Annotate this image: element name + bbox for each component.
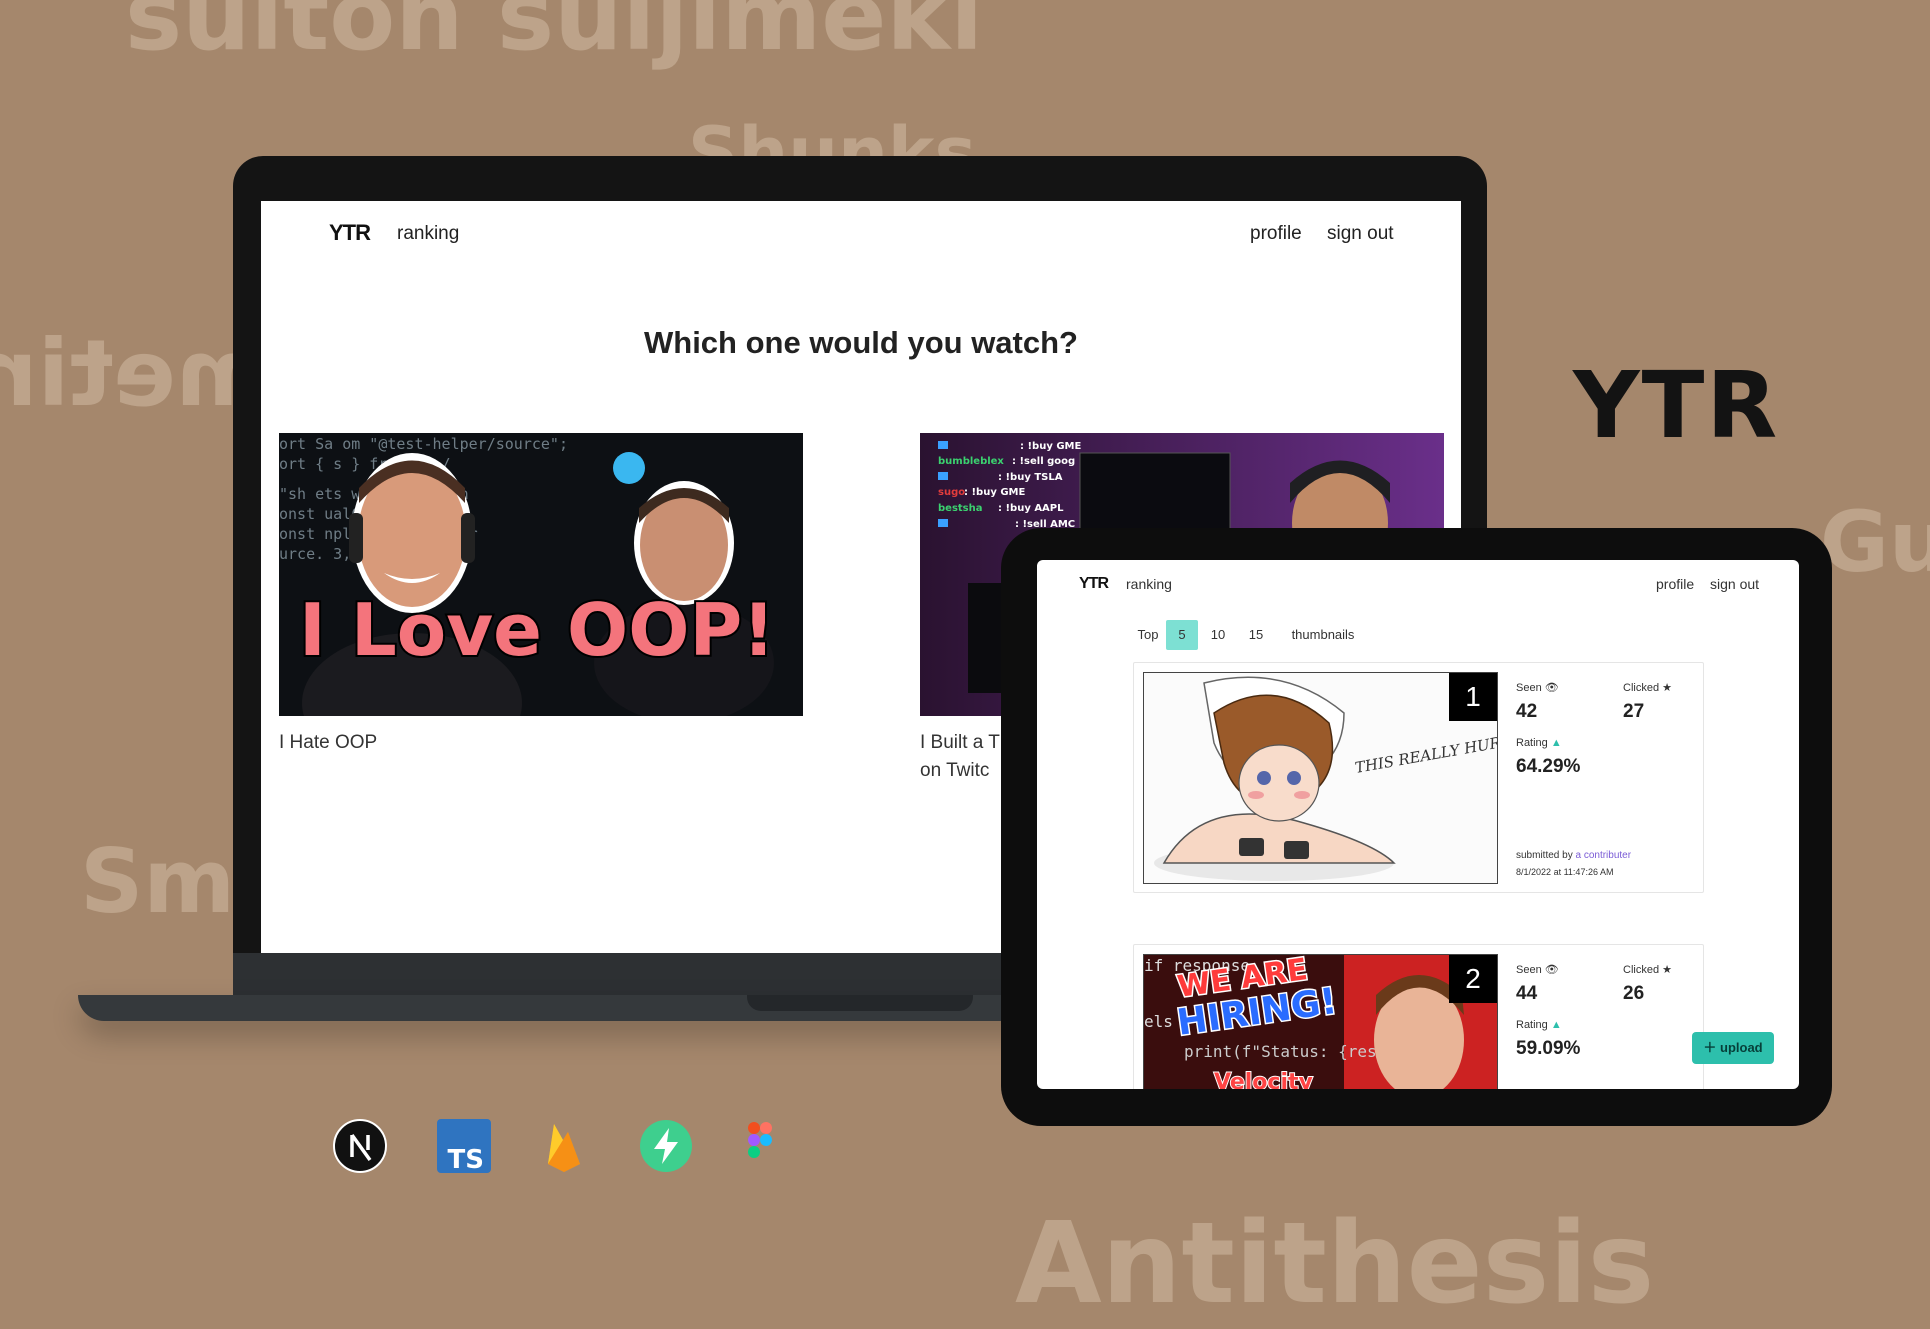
video-title-right-line1: I Built a T [920, 732, 1000, 753]
tab-thumbnails-label: thumbnails [1291, 627, 1355, 642]
thumbnail-text: Velocity [1214, 1070, 1313, 1089]
ts-label: TS [448, 1145, 484, 1174]
tablet-screen: YTR ranking profile sign out Top 5 10 15… [1037, 560, 1799, 1089]
submitted-by: submitted by a contributer [1516, 850, 1632, 861]
chat-name: sugo [938, 487, 965, 498]
bg-word-top: sulton suljimeki [125, 0, 984, 72]
upload-button[interactable]: ＋ upload [1692, 1032, 1774, 1064]
submitter-link[interactable]: a contributer [1575, 850, 1631, 861]
clicked-label: Clicked ★ [1623, 964, 1673, 976]
tablet-nav-ranking[interactable]: ranking [1126, 576, 1172, 592]
thumbnail-art-1: THIS REALLY HURTS [1144, 673, 1497, 883]
laptop-nav-ranking[interactable]: ranking [397, 223, 459, 245]
chat-name: bumbleblex [938, 456, 1004, 467]
firebase-icon [536, 1118, 592, 1174]
seen-value: 44 [1516, 983, 1538, 1004]
rank-badge: 2 [1449, 955, 1497, 1003]
submitted-date: 8/1/2022 at 11:47:26 AM [1516, 867, 1614, 877]
thumbnail-overlay-text: I Love OOP! [299, 588, 775, 672]
chat-line: : !sell goog [1012, 456, 1075, 467]
rating-label: Rating ▲ [1516, 737, 1562, 749]
video-title-right-line2: on Twitc [920, 760, 990, 781]
laptop-logo[interactable]: YTR [329, 220, 371, 246]
plus-icon: ＋ [1703, 1040, 1717, 1055]
thumbnail-art-2: if response els print(f"Status: {respo W… [1144, 955, 1497, 1089]
seen-label: Seen 👁 [1516, 682, 1559, 694]
video-title-left[interactable]: I Hate OOP [279, 729, 377, 757]
code-line: els [1144, 1012, 1173, 1031]
typescript-icon: TS [436, 1118, 492, 1175]
ranking-card: if response els print(f"Status: {respo W… [1133, 944, 1704, 1089]
chat-line: : !buy GME [1020, 441, 1081, 452]
rank-badge: 1 [1449, 673, 1497, 721]
tab-top-15[interactable]: 15 [1241, 620, 1271, 650]
laptop-nav-profile[interactable]: profile [1250, 223, 1302, 245]
ranking-card: THIS REALLY HURTS 1 Seen 👁 42 Clicked ★ … [1133, 662, 1704, 893]
nextjs-icon [332, 1118, 388, 1174]
bg-word-gu: Gu [1820, 493, 1930, 591]
rating-value: 64.29% [1516, 756, 1581, 777]
video-thumbnail-left[interactable]: ort Sa om "@test-helper/source"; ort { s… [279, 433, 803, 716]
ranked-thumbnail[interactable]: THIS REALLY HURTS 1 [1143, 672, 1498, 884]
laptop-nav: YTR ranking profile sign out [261, 201, 1461, 267]
chat-line: : !buy AAPL [998, 503, 1064, 514]
clicked-label: Clicked ★ [1623, 682, 1673, 694]
bg-word-sm: Sm [80, 830, 236, 933]
laptop-nav-signout[interactable]: sign out [1327, 223, 1394, 245]
video-title-right[interactable]: I Built a T on Twitc [920, 729, 1000, 785]
clicked-value: 26 [1623, 983, 1645, 1004]
tablet-nav-signout[interactable]: sign out [1710, 576, 1759, 592]
figma-icon [740, 1118, 796, 1174]
tab-top-5[interactable]: 5 [1166, 620, 1198, 650]
supabase-icon [638, 1118, 694, 1174]
up-arrow-icon: ▲ [1550, 737, 1562, 749]
laptop-trackpad-notch [747, 995, 973, 1011]
up-arrow-icon: ▲ [1550, 1019, 1562, 1031]
brand-title: YTR [1573, 352, 1780, 459]
rating-label: Rating ▲ [1516, 1019, 1562, 1031]
eye-icon: 👁 [1544, 682, 1559, 694]
tablet-nav-profile[interactable]: profile [1656, 576, 1694, 592]
chat-line: : !buy GME [964, 487, 1025, 498]
tab-top-10[interactable]: 10 [1203, 620, 1233, 650]
seen-label: Seen 👁 [1516, 964, 1559, 976]
tablet-logo[interactable]: YTR [1079, 575, 1109, 593]
bg-word-antithesis: Antithesis [1015, 1199, 1655, 1329]
tab-top-label: Top [1137, 627, 1159, 642]
star-icon: ★ [1662, 682, 1673, 694]
page-question: Which one would you watch? [644, 325, 1078, 360]
eye-icon: 👁 [1544, 964, 1559, 976]
seen-value: 42 [1516, 701, 1538, 722]
code-line: ort Sa om "@test-helper/source"; [279, 435, 568, 453]
code-line: print(f"Status: {respo [1184, 1042, 1396, 1061]
chat-name: bestsha [938, 503, 983, 514]
ranked-thumbnail[interactable]: if response els print(f"Status: {respo W… [1143, 954, 1498, 1089]
rating-value: 59.09% [1516, 1038, 1581, 1059]
thumbnail-art-left: ort Sa om "@test-helper/source"; ort { s… [279, 433, 803, 716]
chat-line: : !buy TSLA [998, 472, 1063, 483]
clicked-value: 27 [1623, 701, 1645, 722]
star-icon: ★ [1662, 964, 1673, 976]
